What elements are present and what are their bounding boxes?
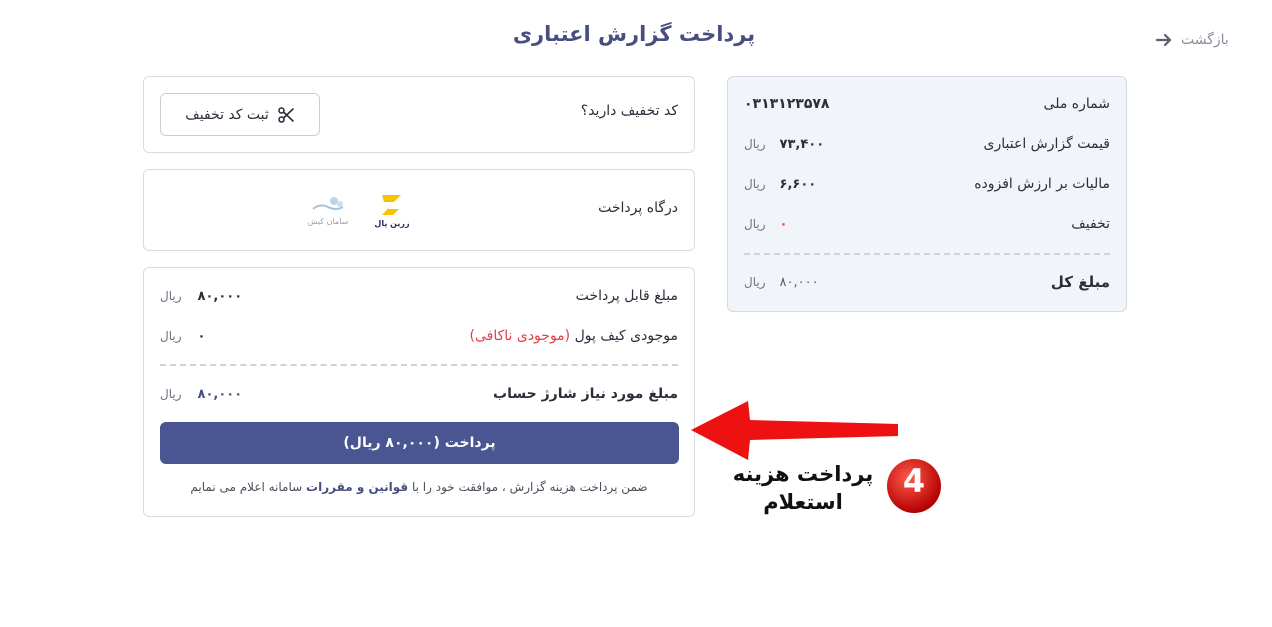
payable-value: ۸۰,۰۰۰ [197,288,243,304]
discount-card: کد تخفیف دارید؟ ثبت کد تخفیف [143,76,695,153]
annotation-arrow-icon [691,401,898,460]
apply-discount-label: ثبت کد تخفیف [185,106,269,123]
summary-label: مالیات بر ارزش افزوده [974,176,1110,192]
discount-value: ۰ [779,216,788,232]
currency-unit: ریال [744,275,766,289]
terms-prefix: ضمن پرداخت هزینه گزارش ، موافقت خود را ب… [411,480,648,494]
annotation-line1: پرداخت هزینه [732,462,874,486]
discount-question: کد تخفیف دارید؟ [580,103,678,119]
wallet-row: موجودی کیف پول (موجودی ناکافی) ۰ ریال [160,324,678,348]
annotation-line2: استعلام [763,490,843,514]
divider [744,253,1110,255]
summary-row-national-id: شماره ملی ۰۳۱۳۱۲۳۵۷۸ [744,92,1110,116]
saman-kish-name: سامان کیش [307,216,349,226]
summary-row-discount: تخفیف ۰ ریال [744,212,1110,236]
price-value: ۷۳,۴۰۰ [779,136,825,152]
summary-row-total: مبلغ کل ۸۰,۰۰۰ ریال [744,270,1110,294]
saman-kish-gateway-option[interactable]: سامان کیش [304,188,352,232]
zarinpal-name: زرین پال [374,218,410,228]
charge-label: مبلغ مورد نیاز شارژ حساب [493,386,678,402]
charge-row: مبلغ مورد نیاز شارژ حساب ۸۰,۰۰۰ ریال [160,382,678,406]
currency-unit: ریال [160,289,182,303]
gateway-label: درگاه پرداخت [598,200,678,216]
scissors-icon [277,106,294,123]
wallet-insufficient-status: (موجودی ناکافی) [469,328,571,344]
terms-link[interactable]: قوانین و مقررات [306,480,408,494]
saman-kish-logo-icon [312,196,344,210]
summary-label: قیمت گزارش اعتباری [983,136,1110,152]
summary-label: تخفیف [1071,216,1110,232]
arrow-right-icon [1155,33,1172,47]
total-value: ۸۰,۰۰۰ [779,274,819,290]
summary-row-vat: مالیات بر ارزش افزوده ۶,۶۰۰ ریال [744,172,1110,196]
payment-gateway-card: درگاه پرداخت زرین پال سامان کیش [143,169,695,251]
page-title: پرداخت گزارش اعتباری [512,22,756,46]
payable-row: مبلغ قابل پرداخت ۸۰,۰۰۰ ریال [160,284,678,308]
zarinpal-gateway-option[interactable]: زرین پال [368,188,416,232]
wallet-label: موجودی کیف پول [574,328,678,344]
zarinpal-logo-icon [382,194,401,215]
divider [160,364,678,366]
step-number: 4 [902,462,926,500]
back-link[interactable]: بازگشت [1155,28,1235,52]
summary-row-price: قیمت گزارش اعتباری ۷۳,۴۰۰ ریال [744,132,1110,156]
national-id-value: ۰۳۱۳۱۲۳۵۷۸ [744,96,830,112]
annotation-text: پرداخت هزینه استعلام [728,460,878,516]
currency-unit: ریال [744,217,766,231]
payable-label: مبلغ قابل پرداخت [575,288,678,304]
apply-discount-button[interactable]: ثبت کد تخفیف [160,93,320,136]
pay-button[interactable]: پرداخت (۸۰,۰۰۰ ریال) [160,422,679,464]
charge-value: ۸۰,۰۰۰ [197,386,243,402]
total-label: مبلغ کل [1050,273,1110,291]
wallet-value: ۰ [197,328,206,344]
terms-suffix: سامانه اعلام می نمایم [190,480,303,494]
currency-unit: ریال [744,177,766,191]
order-summary-card: شماره ملی ۰۳۱۳۱۲۳۵۷۸ قیمت گزارش اعتباری … [727,76,1127,312]
terms-text: ضمن پرداخت هزینه گزارش ، موافقت خود را ب… [160,480,678,494]
payment-card: مبلغ قابل پرداخت ۸۰,۰۰۰ ریال موجودی کیف … [143,267,695,517]
summary-label: شماره ملی [1043,96,1110,112]
back-label: بازگشت [1181,32,1229,48]
currency-unit: ریال [160,387,182,401]
currency-unit: ریال [744,137,766,151]
currency-unit: ریال [160,329,182,343]
vat-value: ۶,۶۰۰ [779,176,817,192]
